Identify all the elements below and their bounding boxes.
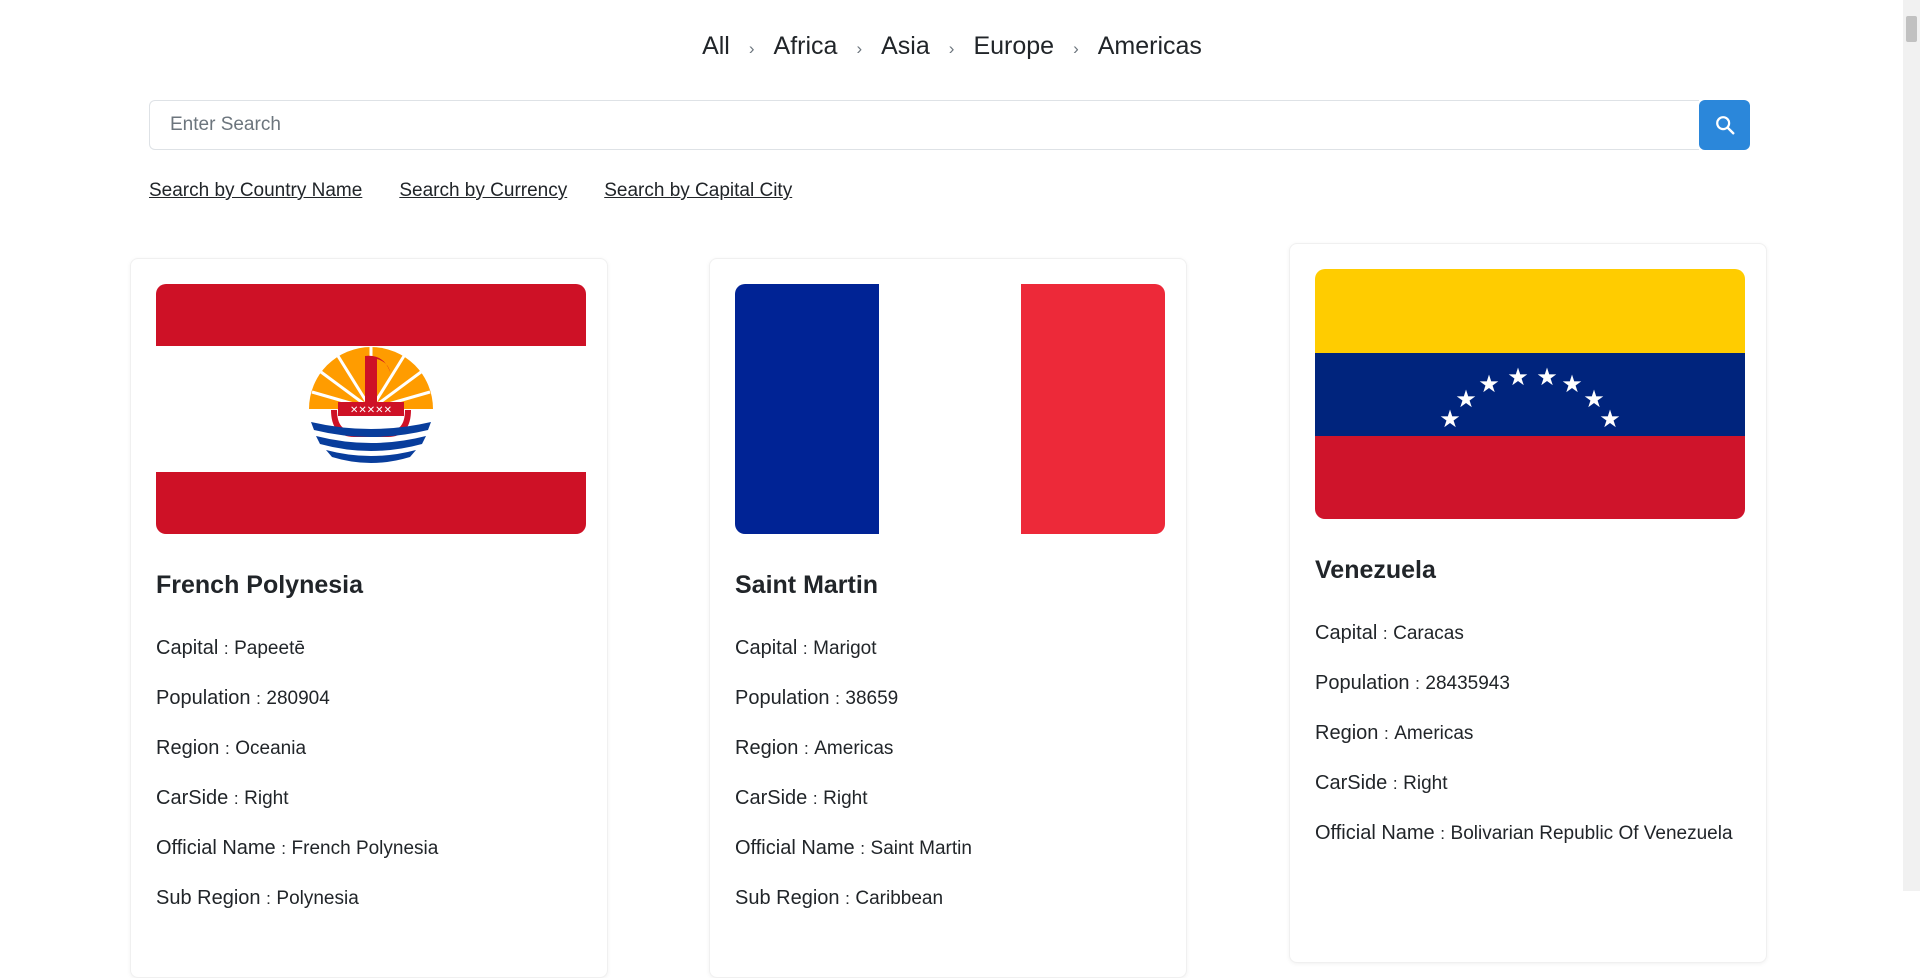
population-label: Population [735, 687, 830, 709]
capital-value: Marigot [813, 638, 877, 659]
capital-value: Papeetē [234, 638, 305, 659]
scrollbar-thumb[interactable] [1906, 16, 1917, 42]
official-name-value: Saint Martin [870, 838, 972, 859]
subregion-value: Caribbean [855, 888, 944, 909]
population-label: Population [156, 687, 251, 709]
breadcrumb-africa[interactable]: Africa [772, 32, 840, 61]
country-name: Saint Martin [735, 571, 879, 599]
breadcrumb-separator: › [1073, 38, 1079, 58]
subregion-value: Polynesia [276, 888, 359, 909]
official-name-value: French Polynesia [291, 838, 439, 859]
search-mode-links: Search by Country Name Search by Currenc… [149, 180, 792, 202]
region-label: Region [735, 737, 799, 759]
carside-value: Right [1403, 773, 1448, 794]
region-value: Oceania [235, 738, 307, 759]
france-flag-icon [735, 284, 1165, 534]
country-info: Capital : Caracas Population : 28435943 … [1315, 622, 1733, 844]
country-name: Venezuela [1315, 556, 1436, 584]
svg-text:★: ★ [1507, 363, 1529, 391]
capital-label: Capital [735, 637, 798, 659]
country-card[interactable]: Saint Martin Capital : Marigot Populatio… [709, 258, 1187, 978]
region-label: Region [156, 737, 220, 759]
svg-text:★: ★ [1455, 385, 1477, 413]
official-name-label: Official Name [1315, 822, 1435, 844]
country-card[interactable]: ★ ★ ★ ★ ★ ★ ★ ★ Venezuela Capital : Cara… [1289, 243, 1767, 963]
capital-label: Capital [1315, 622, 1378, 644]
population-value: 28435943 [1425, 673, 1510, 694]
venezuela-flag-icon: ★ ★ ★ ★ ★ ★ ★ ★ [1315, 269, 1745, 519]
breadcrumb-europe[interactable]: Europe [971, 32, 1056, 61]
search-by-country-link[interactable]: Search by Country Name [149, 180, 362, 202]
search-icon [1715, 116, 1734, 135]
search-button[interactable] [1699, 100, 1750, 150]
country-name: French Polynesia [156, 571, 364, 599]
breadcrumb-separator: › [856, 38, 863, 58]
french-polynesia-flag-icon: ✕✕✕✕✕ [156, 284, 586, 534]
svg-text:★: ★ [1599, 405, 1621, 433]
region-value: Americas [814, 738, 894, 759]
official-name-label: Official Name [735, 837, 855, 859]
search-input[interactable] [149, 100, 1699, 150]
carside-value: Right [244, 788, 289, 809]
breadcrumb: All › Africa › Asia › Europe › Americas [0, 32, 1904, 61]
country-info: Capital : Marigot Population : 38659 Reg… [735, 637, 972, 909]
search-bar [149, 100, 1750, 150]
subregion-label: Sub Region [735, 887, 840, 909]
country-card[interactable]: ✕✕✕✕✕ French Polynesia Capital : Papeetē… [130, 258, 608, 978]
carside-label: CarSide [735, 787, 808, 809]
svg-text:★: ★ [1561, 370, 1583, 398]
breadcrumb-separator: › [748, 38, 755, 58]
breadcrumb-americas[interactable]: Americas [1096, 32, 1204, 61]
capital-label: Capital [156, 637, 219, 659]
carside-label: CarSide [156, 787, 229, 809]
carside-value: Right [823, 788, 868, 809]
breadcrumb-separator: › [948, 38, 955, 58]
country-info: Capital : Papeetē Population : 280904 Re… [156, 637, 439, 909]
population-value: 280904 [266, 688, 330, 709]
breadcrumb-asia[interactable]: Asia [879, 32, 932, 61]
svg-text:★: ★ [1478, 370, 1500, 398]
search-by-currency-link[interactable]: Search by Currency [399, 180, 567, 202]
population-value: 38659 [845, 688, 899, 709]
carside-label: CarSide [1315, 772, 1388, 794]
region-value: Americas [1394, 723, 1474, 744]
official-name-value: Bolivarian Republic Of Venezuela [1450, 823, 1733, 844]
search-by-capital-link[interactable]: Search by Capital City [604, 180, 792, 202]
region-label: Region [1315, 722, 1379, 744]
breadcrumb-all[interactable]: All [700, 32, 732, 61]
svg-text:✕✕✕✕✕: ✕✕✕✕✕ [350, 405, 392, 416]
subregion-label: Sub Region [156, 887, 261, 909]
capital-value: Caracas [1393, 623, 1464, 644]
page-scrollbar[interactable] [1903, 0, 1920, 891]
official-name-label: Official Name [156, 837, 276, 859]
svg-text:★: ★ [1536, 363, 1558, 391]
population-label: Population [1315, 672, 1410, 694]
